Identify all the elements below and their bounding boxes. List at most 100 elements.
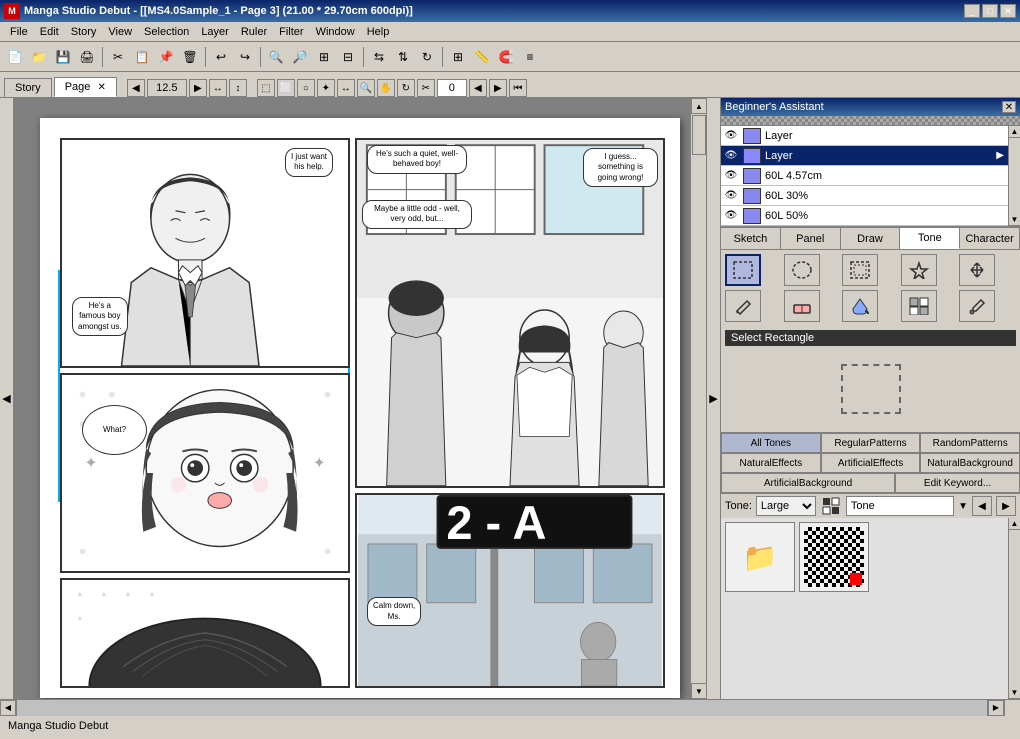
minimize-button[interactable]: _: [964, 4, 980, 18]
right-panel-collapse-arrow[interactable]: ▶: [706, 98, 720, 699]
menu-story[interactable]: Story: [65, 24, 103, 40]
tab-prev-button[interactable]: ◀: [127, 79, 145, 97]
select-magic-tool[interactable]: [901, 254, 937, 286]
redo-button[interactable]: ↪: [234, 46, 256, 68]
tone-checker-item[interactable]: [799, 522, 869, 592]
layer-row-4[interactable]: 👁 60L 30%: [721, 186, 1008, 206]
menu-ruler[interactable]: Ruler: [235, 24, 273, 40]
close-button[interactable]: ✕: [1000, 4, 1016, 18]
tone-name-dropdown[interactable]: Tone: [846, 496, 954, 516]
artificial-background-button[interactable]: ArtificialBackground: [721, 473, 895, 493]
layer-row-3[interactable]: 👁 60L 4.57cm: [721, 166, 1008, 186]
save-button[interactable]: 💾: [52, 46, 74, 68]
tab-story[interactable]: Story: [4, 78, 52, 97]
scroll-up-button[interactable]: ▲: [691, 98, 706, 114]
layer-row[interactable]: 👁 Layer: [721, 126, 1008, 146]
zoom-input[interactable]: [147, 79, 187, 97]
actual-size-button[interactable]: ⊟: [337, 46, 359, 68]
tab-sketch[interactable]: Sketch: [721, 227, 781, 249]
tone-dropdown-arrow[interactable]: ▼: [958, 501, 968, 512]
layer-visibility-toggle[interactable]: 👁: [721, 126, 741, 146]
assistant-close-button[interactable]: ✕: [1002, 101, 1016, 113]
menu-file[interactable]: File: [4, 24, 34, 40]
artificial-effects-button[interactable]: ArtificialEffects: [821, 453, 921, 473]
scroll-track[interactable]: [691, 114, 706, 683]
fit-width-button[interactable]: ↔: [209, 79, 227, 97]
tone-scroll-down[interactable]: ▼: [1009, 687, 1020, 699]
canvas-area[interactable]: I just wanthis help. He's afamous boyamo…: [14, 98, 706, 699]
delete-button[interactable]: 🗑: [179, 46, 201, 68]
tab-panel[interactable]: Panel: [781, 227, 841, 249]
select-tool-btn[interactable]: ⬚: [257, 79, 275, 97]
move-tool[interactable]: [959, 254, 995, 286]
zoom-out-button[interactable]: 🔎: [289, 46, 311, 68]
snap-button[interactable]: 🧲: [495, 46, 517, 68]
tone-folder-item[interactable]: 📁: [725, 522, 795, 592]
menu-view[interactable]: View: [102, 24, 138, 40]
dropper-tool[interactable]: [959, 290, 995, 322]
rotate-tool-btn[interactable]: ↻: [397, 79, 415, 97]
layer-row-selected[interactable]: 👁 Layer ▶: [721, 146, 1008, 166]
tab-next-button[interactable]: ▶: [189, 79, 207, 97]
page-number-input[interactable]: [437, 79, 467, 97]
menu-layer[interactable]: Layer: [195, 24, 235, 40]
tab-tone[interactable]: Tone: [900, 227, 960, 249]
menu-selection[interactable]: Selection: [138, 24, 195, 40]
h-scroll-left-button[interactable]: ◀: [0, 700, 16, 716]
layer-visibility-toggle-5[interactable]: 👁: [721, 206, 741, 226]
scroll-down-button[interactable]: ▼: [691, 683, 706, 699]
maximize-button[interactable]: □: [982, 4, 998, 18]
rotate-button[interactable]: ↻: [416, 46, 438, 68]
layer-scroll-track[interactable]: [1009, 138, 1020, 214]
tone-next-button[interactable]: ▶: [996, 496, 1016, 516]
select-rect-tool[interactable]: [725, 254, 761, 286]
fill-tool[interactable]: [842, 290, 878, 322]
fit-button[interactable]: ⊞: [313, 46, 335, 68]
natural-effects-button[interactable]: NaturalEffects: [721, 453, 821, 473]
select-polygon-tool[interactable]: [842, 254, 878, 286]
first-page-btn[interactable]: ⏮: [509, 79, 527, 97]
menu-edit[interactable]: Edit: [34, 24, 65, 40]
h-scroll-right-button[interactable]: ▶: [988, 700, 1004, 716]
prev-page-btn[interactable]: ◀: [469, 79, 487, 97]
cut-button[interactable]: ✂: [107, 46, 129, 68]
pattern-tool[interactable]: [901, 290, 937, 322]
select-ellipse-tool[interactable]: [784, 254, 820, 286]
layer-visibility-toggle-2[interactable]: 👁: [721, 146, 741, 166]
tone-prev-button[interactable]: ◀: [972, 496, 992, 516]
lasso-btn[interactable]: ○: [297, 79, 315, 97]
tone-scrollbar[interactable]: ▲ ▼: [1008, 518, 1020, 699]
left-panel-arrow[interactable]: ◀: [0, 98, 14, 699]
grid-button[interactable]: ⊞: [447, 46, 469, 68]
scroll-thumb[interactable]: [692, 115, 706, 155]
zoom-in-button[interactable]: 🔍: [265, 46, 287, 68]
select-tool2-btn[interactable]: ⬜: [277, 79, 295, 97]
tone-scroll-track[interactable]: [1009, 530, 1020, 687]
random-patterns-button[interactable]: RandomPatterns: [920, 433, 1020, 453]
eraser-tool[interactable]: [784, 290, 820, 322]
edit-keyword-button[interactable]: Edit Keyword...: [895, 473, 1020, 493]
flip-h-button[interactable]: ⇆: [368, 46, 390, 68]
next-page-btn[interactable]: ▶: [489, 79, 507, 97]
regular-patterns-button[interactable]: RegularPatterns: [821, 433, 921, 453]
menu-help[interactable]: Help: [361, 24, 396, 40]
tone-size-select[interactable]: Large Medium Small: [756, 496, 816, 516]
zoom-tool-btn[interactable]: 🔍: [357, 79, 375, 97]
h-scroll-track[interactable]: [16, 700, 988, 716]
menu-filter[interactable]: Filter: [273, 24, 309, 40]
layer-visibility-toggle-3[interactable]: 👁: [721, 166, 741, 186]
pan-btn[interactable]: ✋: [377, 79, 395, 97]
copy-button[interactable]: 📋: [131, 46, 153, 68]
magic-btn[interactable]: ✦: [317, 79, 335, 97]
layer-scroll-down[interactable]: ▼: [1009, 214, 1020, 226]
tab-character[interactable]: Character: [960, 227, 1020, 249]
move-btn[interactable]: ↔: [337, 79, 355, 97]
align-button[interactable]: ≡: [519, 46, 541, 68]
tab-page[interactable]: Page ✕: [54, 77, 117, 97]
all-tones-button[interactable]: All Tones: [721, 433, 821, 453]
ruler-button[interactable]: 📏: [471, 46, 493, 68]
tab-draw[interactable]: Draw: [841, 227, 901, 249]
fit-page-button[interactable]: ↕: [229, 79, 247, 97]
print-button[interactable]: 🖨: [76, 46, 98, 68]
layer-row-5[interactable]: 👁 60L 50%: [721, 206, 1008, 226]
